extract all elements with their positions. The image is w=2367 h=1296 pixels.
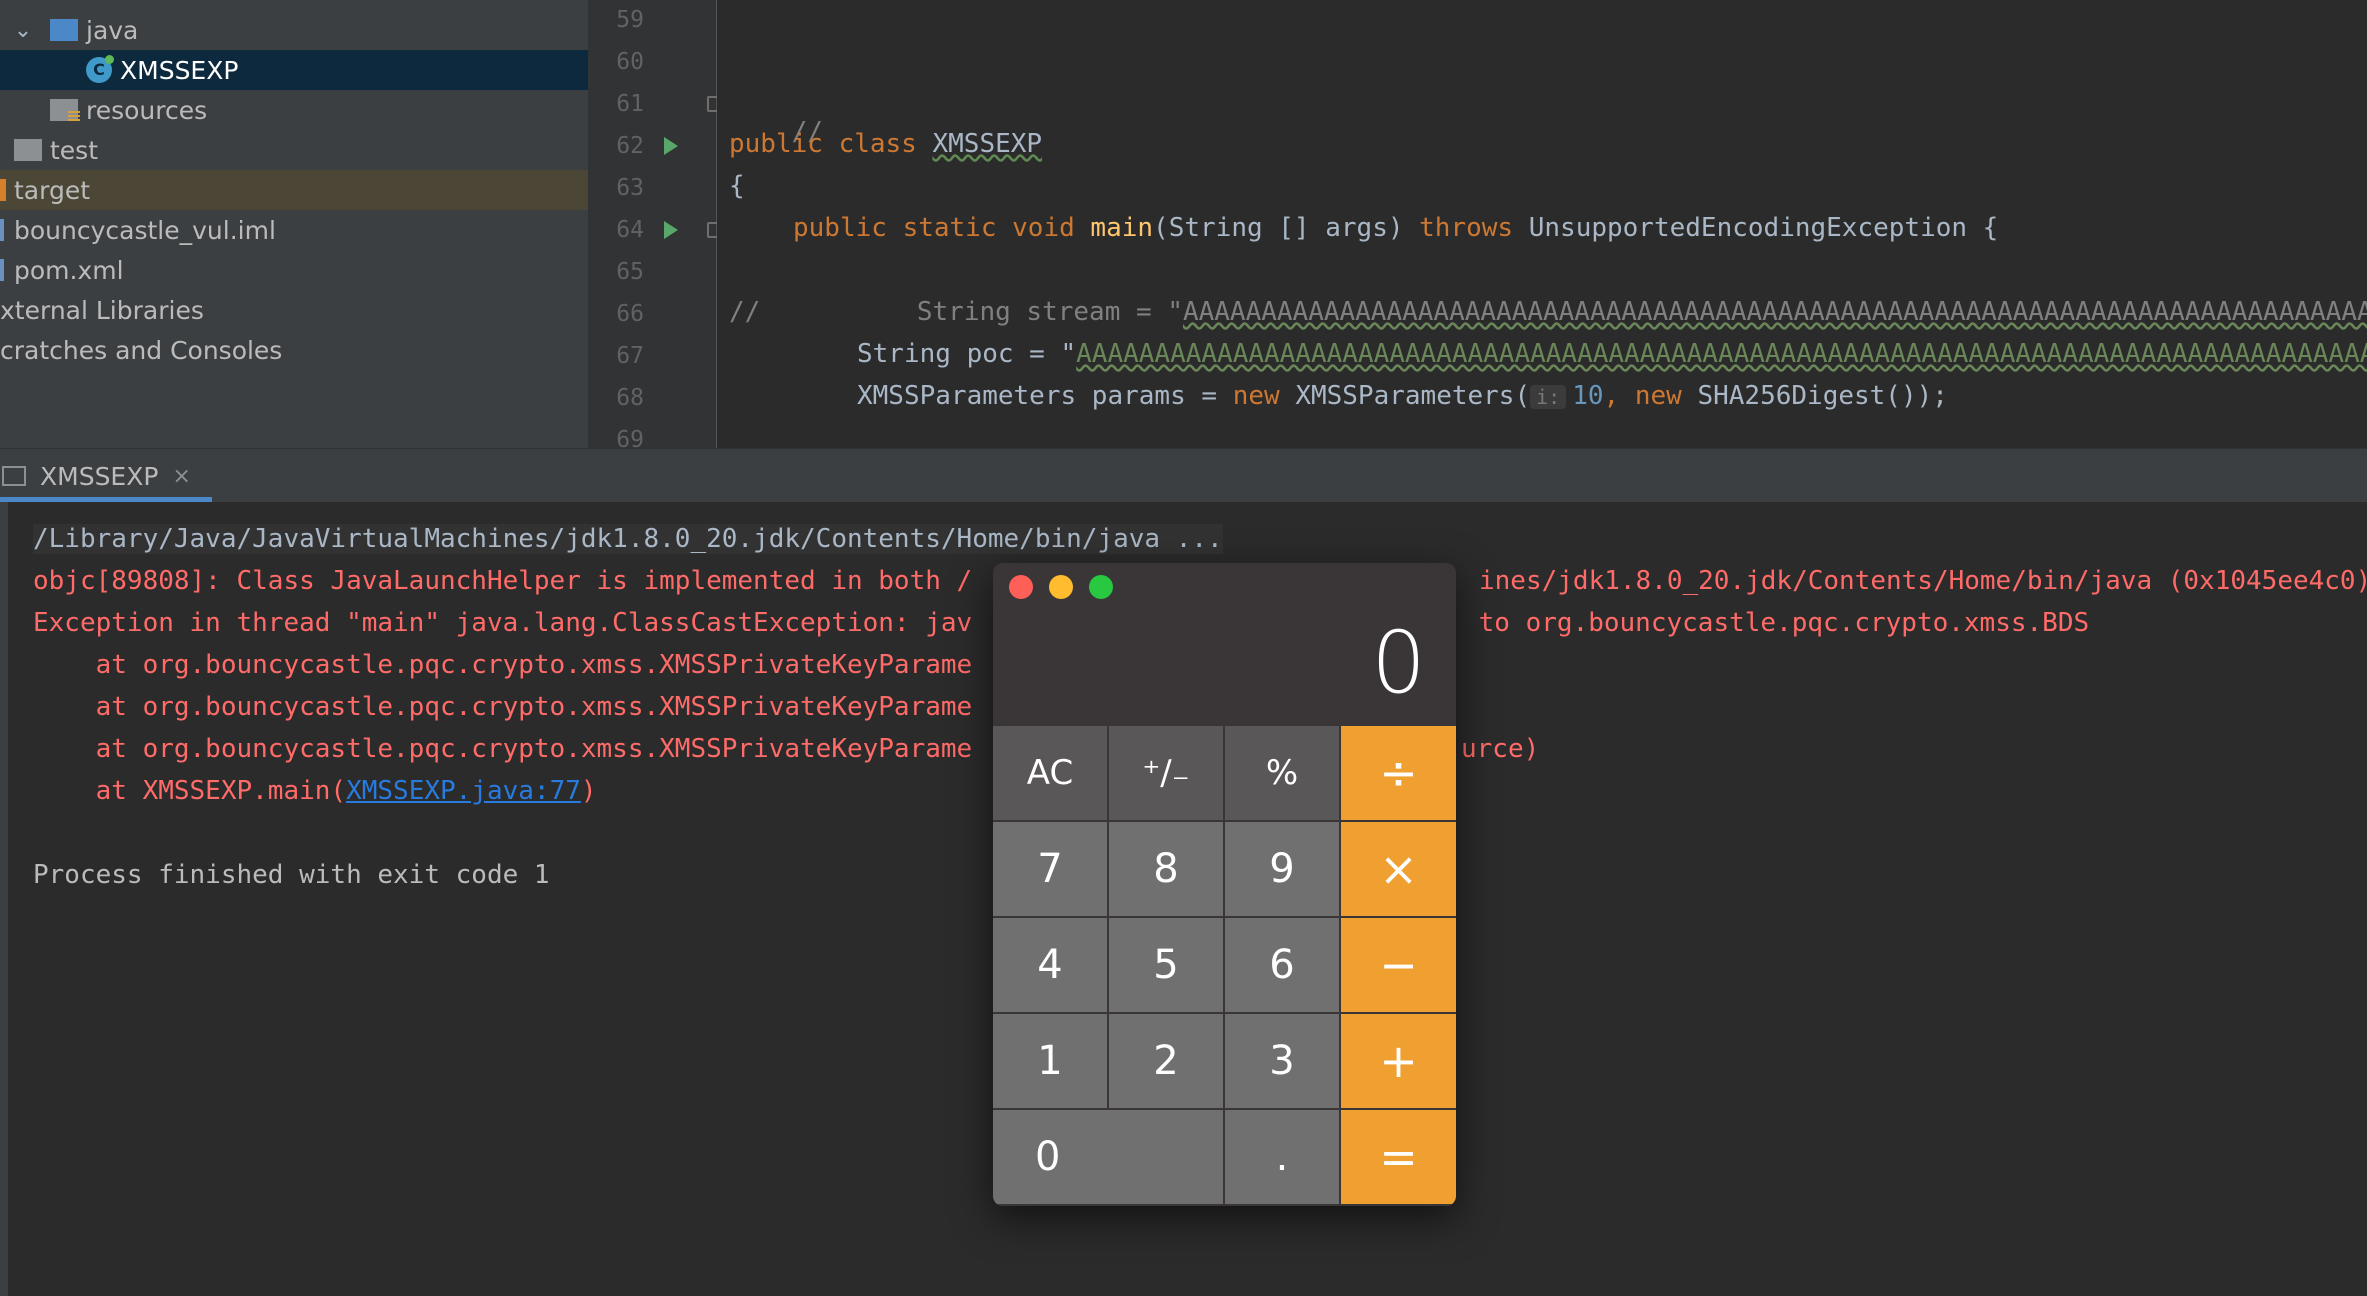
code-line-66: // String stream = "AAAAAAAAAAAAAAAAAAAA… — [729, 297, 2367, 327]
console-error-line-tail: ines/jdk1.8.0_20.jdk/Contents/Home/bin/j… — [1479, 566, 2367, 596]
tree-item-external-libraries[interactable]: xternal Libraries — [0, 290, 588, 330]
tree-item-xmssexp[interactable]: C XMSSEXP — [0, 50, 588, 90]
tree-item-label: resources — [86, 95, 208, 125]
line-number: 62 — [616, 133, 644, 159]
run-tab-label: XMSSEXP — [40, 461, 159, 491]
stack-trace-line: at XMSSEXP.main(XMSSEXP.java:77) — [33, 776, 597, 806]
parameter-hint: i: — [1530, 385, 1567, 409]
project-tree: ⌄ java C XMSSEXP resources test target b… — [0, 0, 588, 448]
divide-button[interactable]: ÷ — [1341, 726, 1456, 822]
percent-button[interactable]: % — [1225, 726, 1341, 822]
folder-icon — [50, 19, 78, 41]
console-icon — [2, 466, 26, 486]
line-number: 67 — [616, 343, 644, 369]
line-number: 63 — [616, 175, 644, 201]
zoom-window-button[interactable] — [1089, 575, 1113, 599]
minus-button[interactable]: − — [1341, 918, 1456, 1014]
stack-trace-line: at org.bouncycastle.pqc.crypto.xmss.XMSS… — [33, 734, 973, 764]
digit-4-button[interactable]: 4 — [993, 918, 1109, 1014]
close-window-button[interactable] — [1009, 575, 1033, 599]
calculator-titlebar: 0 — [993, 563, 1456, 726]
console-command-line: /Library/Java/JavaVirtualMachines/jdk1.8… — [33, 524, 1223, 554]
tree-item-scratches[interactable]: cratches and Consoles — [0, 330, 588, 370]
line-number: 66 — [616, 301, 644, 327]
sign-toggle-button[interactable]: ⁺∕₋ — [1109, 726, 1225, 822]
process-finished-line: Process finished with exit code 1 — [33, 860, 550, 890]
line-number: 68 — [616, 385, 644, 411]
line-number: 61 — [616, 91, 644, 117]
code-line-62: public class XMSSEXP — [729, 129, 1043, 159]
tree-item-label: java — [86, 15, 139, 45]
run-tool-window-tabs: XMSSEXP × — [0, 448, 2367, 503]
tree-item-test[interactable]: test — [0, 130, 588, 170]
digit-5-button[interactable]: 5 — [1109, 918, 1225, 1014]
stack-trace-line: at org.bouncycastle.pqc.crypto.xmss.XMSS… — [33, 650, 973, 680]
digit-1-button[interactable]: 1 — [993, 1014, 1109, 1110]
digit-6-button[interactable]: 6 — [1225, 918, 1341, 1014]
code-line-63: { — [729, 171, 745, 201]
tree-item-label: bouncycastle_vul.iml — [14, 215, 276, 245]
folder-icon — [14, 139, 42, 161]
chevron-down-icon[interactable]: ⌄ — [10, 18, 36, 43]
ac-button[interactable]: AC — [993, 726, 1109, 822]
equals-button[interactable]: = — [1341, 1110, 1456, 1206]
maven-file-icon — [0, 259, 4, 281]
source-link[interactable]: XMSSEXP.java:77 — [346, 776, 581, 806]
tree-item-iml[interactable]: bouncycastle_vul.iml — [0, 210, 588, 250]
calculator-display: 0 — [1371, 613, 1426, 713]
close-icon[interactable]: × — [172, 464, 190, 489]
line-number: 64 — [616, 217, 644, 243]
tree-item-label: XMSSEXP — [120, 55, 239, 85]
console-side-strip — [0, 502, 8, 1296]
console-error-line: Exception in thread "main" java.lang.Cla… — [33, 608, 973, 638]
multiply-button[interactable]: × — [1341, 822, 1456, 918]
digit-9-button[interactable]: 9 — [1225, 822, 1341, 918]
code-line-64: public static void main(String [] args) … — [793, 213, 1999, 243]
line-number: 65 — [616, 259, 644, 285]
stack-trace-line-tail: urce) — [1461, 734, 1540, 764]
tree-item-label: xternal Libraries — [0, 295, 204, 325]
run-tab-xmssexp[interactable]: XMSSEXP × — [0, 449, 211, 503]
code-line-67: String poc = "AAAAAAAAAAAAAAAAAAAAAAAAAA… — [857, 339, 2367, 369]
line-number: 60 — [616, 49, 644, 75]
digit-3-button[interactable]: 3 — [1225, 1014, 1341, 1110]
console-error-line-tail: to org.bouncycastle.pqc.crypto.xmss.BDS — [1463, 608, 2090, 638]
tree-item-pom[interactable]: pom.xml — [0, 250, 588, 290]
minimize-window-button[interactable] — [1049, 575, 1073, 599]
tree-item-target[interactable]: target — [0, 170, 588, 210]
run-class-icon[interactable] — [664, 137, 678, 155]
console-error-line: objc[89808]: Class JavaLaunchHelper is i… — [33, 566, 973, 596]
tree-item-label: test — [50, 135, 99, 165]
digit-8-button[interactable]: 8 — [1109, 822, 1225, 918]
run-main-icon[interactable] — [664, 221, 678, 239]
digit-0-button[interactable]: 0 — [993, 1110, 1225, 1206]
line-number: 59 — [616, 7, 644, 33]
java-class-icon: C — [86, 55, 114, 83]
calculator-window[interactable]: 0 AC ⁺∕₋ % ÷ 7 8 9 × 4 5 6 − 1 2 3 + 0 .… — [993, 563, 1456, 1206]
resources-folder-icon — [50, 99, 80, 123]
code-editor[interactable]: // public class XMSSEXP { public static … — [717, 0, 2367, 448]
stack-trace-line: at org.bouncycastle.pqc.crypto.xmss.XMSS… — [33, 692, 973, 722]
decimal-button[interactable]: . — [1225, 1110, 1341, 1206]
tree-item-label: target — [14, 175, 91, 205]
digit-7-button[interactable]: 7 — [993, 822, 1109, 918]
digit-2-button[interactable]: 2 — [1109, 1014, 1225, 1110]
module-file-icon — [0, 219, 4, 241]
tree-item-resources[interactable]: resources — [0, 90, 588, 130]
code-line-68: XMSSParameters params = new XMSSParamete… — [857, 381, 1948, 411]
tree-item-java[interactable]: ⌄ java — [0, 10, 588, 50]
tree-item-label: cratches and Consoles — [0, 335, 283, 365]
plus-button[interactable]: + — [1341, 1014, 1456, 1110]
tree-item-label: pom.xml — [14, 255, 124, 285]
excluded-folder-icon — [0, 179, 6, 201]
